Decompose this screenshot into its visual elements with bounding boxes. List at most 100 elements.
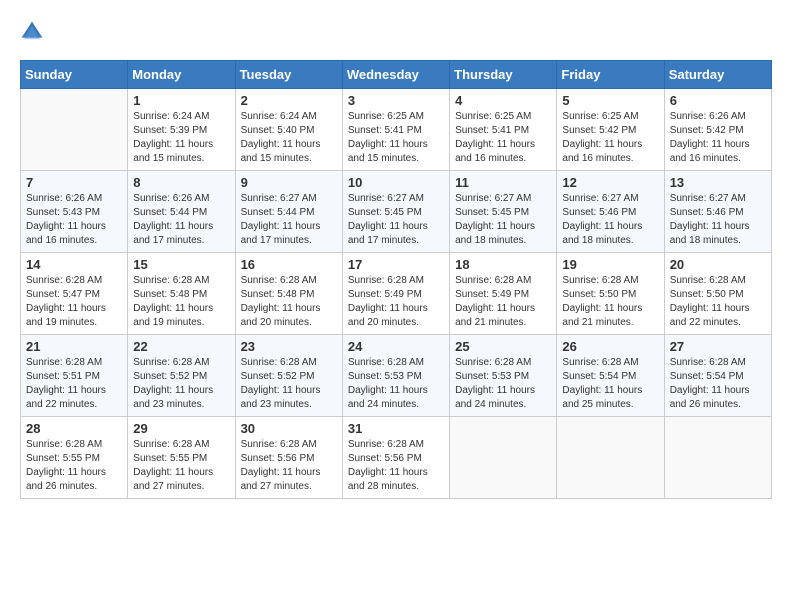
day-number: 1 (133, 93, 229, 108)
day-number: 8 (133, 175, 229, 190)
cell-info: Sunrise: 6:28 AMSunset: 5:50 PMDaylight:… (562, 274, 658, 330)
calendar-cell: 3 Sunrise: 6:25 AMSunset: 5:41 PMDaylight… (342, 89, 449, 171)
weekday-header-sunday: Sunday (21, 61, 128, 89)
calendar-cell: 18 Sunrise: 6:28 AMSunset: 5:49 PMDayligh… (450, 253, 557, 335)
day-number: 2 (241, 93, 337, 108)
day-number: 15 (133, 257, 229, 272)
day-number: 14 (26, 257, 122, 272)
day-number: 24 (348, 339, 444, 354)
cell-info: Sunrise: 6:28 AMSunset: 5:48 PMDaylight:… (241, 274, 337, 330)
cell-info: Sunrise: 6:28 AMSunset: 5:55 PMDaylight:… (133, 438, 229, 494)
calendar-cell: 27Sunrise: 6:28 AMSunset: 5:54 PMDayligh… (664, 335, 771, 417)
calendar-cell: 9 Sunrise: 6:27 AMSunset: 5:44 PMDaylight… (235, 171, 342, 253)
logo-icon (20, 20, 44, 44)
calendar-cell: 8 Sunrise: 6:26 AMSunset: 5:44 PMDaylight… (128, 171, 235, 253)
day-number: 29 (133, 421, 229, 436)
cell-info: Sunrise: 6:28 AMSunset: 5:50 PMDaylight:… (670, 274, 766, 330)
cell-info: Sunrise: 6:26 AMSunset: 5:43 PMDaylight:… (26, 192, 122, 248)
calendar-cell: 2 Sunrise: 6:24 AMSunset: 5:40 PMDaylight… (235, 89, 342, 171)
calendar-cell: 5 Sunrise: 6:25 AMSunset: 5:42 PMDaylight… (557, 89, 664, 171)
cell-info: Sunrise: 6:28 AMSunset: 5:49 PMDaylight:… (348, 274, 444, 330)
cell-info: Sunrise: 6:28 AMSunset: 5:51 PMDaylight:… (26, 356, 122, 412)
calendar-cell: 24 Sunrise: 6:28 AMSunset: 5:53 PMDayligh… (342, 335, 449, 417)
calendar-cell: 21Sunrise: 6:28 AMSunset: 5:51 PMDayligh… (21, 335, 128, 417)
calendar-cell: 17 Sunrise: 6:28 AMSunset: 5:49 PMDayligh… (342, 253, 449, 335)
calendar-cell: 11 Sunrise: 6:27 AMSunset: 5:45 PMDayligh… (450, 171, 557, 253)
calendar-week-row: 21Sunrise: 6:28 AMSunset: 5:51 PMDayligh… (21, 335, 772, 417)
cell-info: Sunrise: 6:26 AMSunset: 5:44 PMDaylight:… (133, 192, 229, 248)
calendar-cell: 12 Sunrise: 6:27 AMSunset: 5:46 PMDayligh… (557, 171, 664, 253)
calendar-cell: 22 Sunrise: 6:28 AMSunset: 5:52 PMDayligh… (128, 335, 235, 417)
day-number: 16 (241, 257, 337, 272)
day-number: 31 (348, 421, 444, 436)
day-number: 5 (562, 93, 658, 108)
cell-info: Sunrise: 6:28 AMSunset: 5:52 PMDaylight:… (133, 356, 229, 412)
day-number: 10 (348, 175, 444, 190)
calendar-week-row: 7 Sunrise: 6:26 AMSunset: 5:43 PMDaylight… (21, 171, 772, 253)
weekday-header-row: SundayMondayTuesdayWednesdayThursdayFrid… (21, 61, 772, 89)
cell-info: Sunrise: 6:27 AMSunset: 5:46 PMDaylight:… (670, 192, 766, 248)
calendar-cell: 14 Sunrise: 6:28 AMSunset: 5:47 PMDayligh… (21, 253, 128, 335)
calendar-cell: 25 Sunrise: 6:28 AMSunset: 5:53 PMDayligh… (450, 335, 557, 417)
day-number: 6 (670, 93, 766, 108)
cell-info: Sunrise: 6:27 AMSunset: 5:44 PMDaylight:… (241, 192, 337, 248)
calendar-cell: 16 Sunrise: 6:28 AMSunset: 5:48 PMDayligh… (235, 253, 342, 335)
calendar-week-row: 1 Sunrise: 6:24 AMSunset: 5:39 PMDaylight… (21, 89, 772, 171)
day-number: 13 (670, 175, 766, 190)
cell-info: Sunrise: 6:28 AMSunset: 5:56 PMDaylight:… (241, 438, 337, 494)
day-number: 12 (562, 175, 658, 190)
cell-info: Sunrise: 6:25 AMSunset: 5:41 PMDaylight:… (348, 110, 444, 166)
weekday-header-wednesday: Wednesday (342, 61, 449, 89)
weekday-header-saturday: Saturday (664, 61, 771, 89)
weekday-header-monday: Monday (128, 61, 235, 89)
day-number: 23 (241, 339, 337, 354)
cell-info: Sunrise: 6:27 AMSunset: 5:45 PMDaylight:… (455, 192, 551, 248)
day-number: 18 (455, 257, 551, 272)
calendar-cell: 28Sunrise: 6:28 AMSunset: 5:55 PMDayligh… (21, 417, 128, 499)
calendar-cell: 7 Sunrise: 6:26 AMSunset: 5:43 PMDaylight… (21, 171, 128, 253)
cell-info: Sunrise: 6:28 AMSunset: 5:49 PMDaylight:… (455, 274, 551, 330)
cell-info: Sunrise: 6:28 AMSunset: 5:53 PMDaylight:… (348, 356, 444, 412)
day-number: 11 (455, 175, 551, 190)
cell-info: Sunrise: 6:27 AMSunset: 5:46 PMDaylight:… (562, 192, 658, 248)
day-number: 7 (26, 175, 122, 190)
cell-info: Sunrise: 6:28 AMSunset: 5:53 PMDaylight:… (455, 356, 551, 412)
calendar-cell: 13 Sunrise: 6:27 AMSunset: 5:46 PMDayligh… (664, 171, 771, 253)
page-header (20, 20, 772, 44)
cell-info: Sunrise: 6:26 AMSunset: 5:42 PMDaylight:… (670, 110, 766, 166)
day-number: 17 (348, 257, 444, 272)
day-number: 22 (133, 339, 229, 354)
calendar-cell: 31Sunrise: 6:28 AMSunset: 5:56 PMDayligh… (342, 417, 449, 499)
cell-info: Sunrise: 6:28 AMSunset: 5:47 PMDaylight:… (26, 274, 122, 330)
calendar-table: SundayMondayTuesdayWednesdayThursdayFrid… (20, 60, 772, 499)
calendar-week-row: 14 Sunrise: 6:28 AMSunset: 5:47 PMDayligh… (21, 253, 772, 335)
cell-info: Sunrise: 6:24 AMSunset: 5:39 PMDaylight:… (133, 110, 229, 166)
cell-info: Sunrise: 6:25 AMSunset: 5:42 PMDaylight:… (562, 110, 658, 166)
cell-info: Sunrise: 6:28 AMSunset: 5:52 PMDaylight:… (241, 356, 337, 412)
calendar-cell (21, 89, 128, 171)
calendar-cell (557, 417, 664, 499)
calendar-cell: 15 Sunrise: 6:28 AMSunset: 5:48 PMDayligh… (128, 253, 235, 335)
calendar-cell: 6 Sunrise: 6:26 AMSunset: 5:42 PMDaylight… (664, 89, 771, 171)
calendar-cell (664, 417, 771, 499)
day-number: 9 (241, 175, 337, 190)
calendar-cell (450, 417, 557, 499)
calendar-cell: 1 Sunrise: 6:24 AMSunset: 5:39 PMDaylight… (128, 89, 235, 171)
day-number: 27 (670, 339, 766, 354)
cell-info: Sunrise: 6:28 AMSunset: 5:55 PMDaylight:… (26, 438, 122, 494)
calendar-cell: 30 Sunrise: 6:28 AMSunset: 5:56 PMDayligh… (235, 417, 342, 499)
cell-info: Sunrise: 6:25 AMSunset: 5:41 PMDaylight:… (455, 110, 551, 166)
cell-info: Sunrise: 6:28 AMSunset: 5:48 PMDaylight:… (133, 274, 229, 330)
weekday-header-tuesday: Tuesday (235, 61, 342, 89)
cell-info: Sunrise: 6:27 AMSunset: 5:45 PMDaylight:… (348, 192, 444, 248)
day-number: 4 (455, 93, 551, 108)
day-number: 26 (562, 339, 658, 354)
calendar-cell: 19Sunrise: 6:28 AMSunset: 5:50 PMDayligh… (557, 253, 664, 335)
day-number: 25 (455, 339, 551, 354)
calendar-cell: 29 Sunrise: 6:28 AMSunset: 5:55 PMDayligh… (128, 417, 235, 499)
day-number: 20 (670, 257, 766, 272)
calendar-cell: 20 Sunrise: 6:28 AMSunset: 5:50 PMDayligh… (664, 253, 771, 335)
day-number: 3 (348, 93, 444, 108)
day-number: 30 (241, 421, 337, 436)
cell-info: Sunrise: 6:24 AMSunset: 5:40 PMDaylight:… (241, 110, 337, 166)
